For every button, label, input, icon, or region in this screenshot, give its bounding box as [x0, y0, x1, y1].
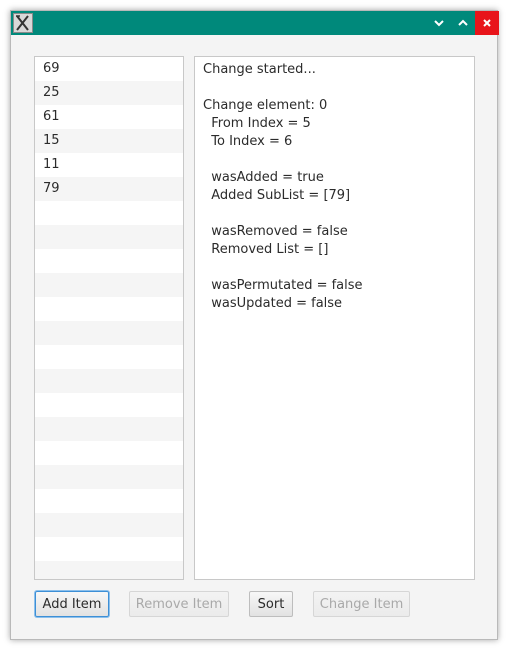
chevron-down-icon [434, 20, 444, 27]
list-item-empty[interactable] [35, 513, 183, 537]
log-line: Added SubList = [79] [203, 188, 351, 203]
list-item[interactable]: 11 [35, 153, 183, 177]
list-item-empty[interactable] [35, 393, 183, 417]
list-item[interactable]: 15 [35, 129, 183, 153]
list-item-empty[interactable] [35, 321, 183, 345]
log-line: Change started... [203, 62, 316, 77]
log-line: wasRemoved = false [203, 224, 348, 239]
log-line: wasUpdated = false [203, 296, 343, 311]
list-item[interactable]: 25 [35, 81, 183, 105]
list-item-empty[interactable] [35, 441, 183, 465]
list-item-empty[interactable] [35, 561, 183, 579]
list-item-empty[interactable] [35, 249, 183, 273]
sort-button[interactable]: Sort [249, 591, 293, 617]
app-window: 69 25 61 15 11 79 Change started... Change ele… [10, 10, 499, 640]
title-bar[interactable] [11, 11, 499, 35]
list-item[interactable]: 61 [35, 105, 183, 129]
list-item-empty[interactable] [35, 489, 183, 513]
list-item-empty[interactable] [35, 369, 183, 393]
app-icon[interactable] [13, 13, 33, 33]
list-item-empty[interactable] [35, 273, 183, 297]
list-item-empty[interactable] [35, 465, 183, 489]
log-line: Change element: 0 [203, 98, 328, 113]
list-item-empty[interactable] [35, 201, 183, 225]
list-item[interactable]: 69 [35, 57, 183, 81]
minimize-button[interactable] [427, 11, 451, 35]
remove-item-button[interactable]: Remove Item [129, 591, 229, 617]
list-item-empty[interactable] [35, 417, 183, 441]
list-item-empty[interactable] [35, 297, 183, 321]
close-button[interactable] [475, 11, 499, 35]
log-line: From Index = 5 [203, 116, 311, 131]
change-item-button[interactable]: Change Item [313, 591, 410, 617]
list-item[interactable]: 79 [35, 177, 183, 201]
chevron-up-icon [458, 19, 468, 26]
log-line: Removed List = [] [203, 242, 329, 257]
close-icon [483, 19, 491, 27]
list-item-empty[interactable] [35, 225, 183, 249]
log-line: To Index = 6 [203, 134, 293, 149]
list-item-empty[interactable] [35, 537, 183, 561]
log-line: wasAdded = true [203, 170, 324, 185]
maximize-button[interactable] [451, 11, 475, 35]
change-log-textarea[interactable]: Change started... Change element: 0 From … [194, 56, 475, 580]
number-list[interactable]: 69 25 61 15 11 79 [34, 56, 184, 580]
list-item-empty[interactable] [35, 345, 183, 369]
add-item-button[interactable]: Add Item [35, 591, 109, 617]
log-line: wasPermutated = false [203, 278, 363, 293]
